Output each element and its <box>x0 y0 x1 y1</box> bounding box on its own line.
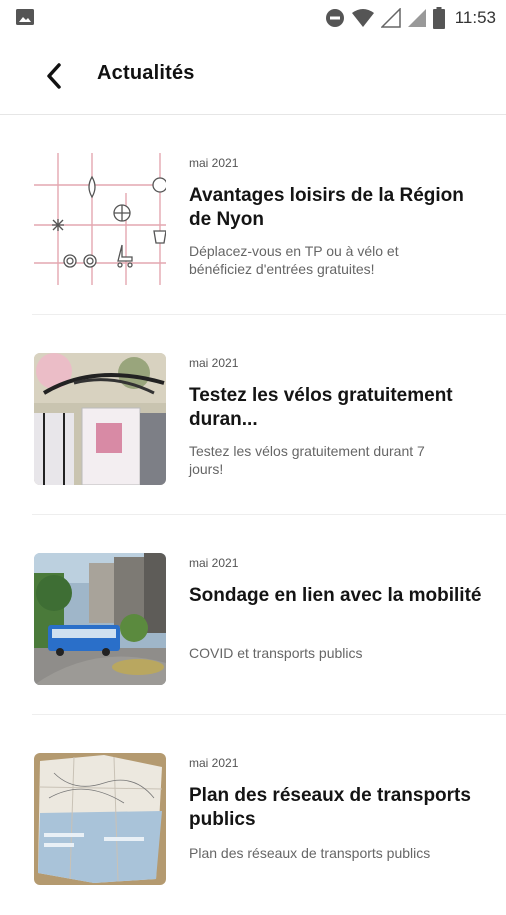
news-title: Avantages loisirs de la Région de Nyon <box>189 185 464 230</box>
app-bar: Actualités <box>0 36 506 115</box>
status-bar: 11:53 <box>0 0 506 36</box>
news-thumbnail-leisure-map <box>34 153 166 285</box>
news-date: mai 2021 <box>189 756 239 770</box>
news-description: COVID et transports publics <box>189 645 363 661</box>
news-title: Sondage en lien avec la mobilité <box>189 585 482 606</box>
image-icon <box>16 9 34 25</box>
news-item[interactable]: mai 2021 Sondage en lien avec la mobilit… <box>0 515 506 715</box>
news-description: Plan des réseaux de transports publics <box>189 845 431 861</box>
battery-icon <box>432 7 445 29</box>
news-item[interactable]: mai 2021 Plan des réseaux de transports … <box>0 715 506 915</box>
news-list: mai 2021 Avantages loisirs de la Région … <box>0 115 506 915</box>
news-description: Testez les vélos gratuitement durant 7 j… <box>189 443 425 477</box>
wifi-icon <box>351 9 374 27</box>
page-title: Actualités <box>97 62 195 84</box>
news-title: Plan des réseaux de transports publics <box>189 785 471 830</box>
news-date: mai 2021 <box>189 556 239 570</box>
news-thumbnail-bikes <box>34 353 166 485</box>
signal-icon <box>380 8 401 28</box>
chevron-left-icon <box>47 63 61 89</box>
news-thumbnail-transport-map <box>34 753 166 885</box>
back-button[interactable] <box>36 58 72 94</box>
news-date: mai 2021 <box>189 356 239 370</box>
news-item[interactable]: mai 2021 Avantages loisirs de la Région … <box>0 115 506 315</box>
news-date: mai 2021 <box>189 156 239 170</box>
news-thumbnail-bus-city <box>34 553 166 685</box>
news-description: Déplacez-vous en TP ou à vélo et bénéfic… <box>189 243 399 277</box>
signal-icon <box>407 9 426 27</box>
do-not-disturb-icon <box>325 9 344 27</box>
news-title: Testez les vélos gratuitement duran... <box>189 385 453 430</box>
status-time: 11:53 <box>454 8 496 27</box>
news-item[interactable]: mai 2021 Testez les vélos gratuitement d… <box>0 315 506 515</box>
